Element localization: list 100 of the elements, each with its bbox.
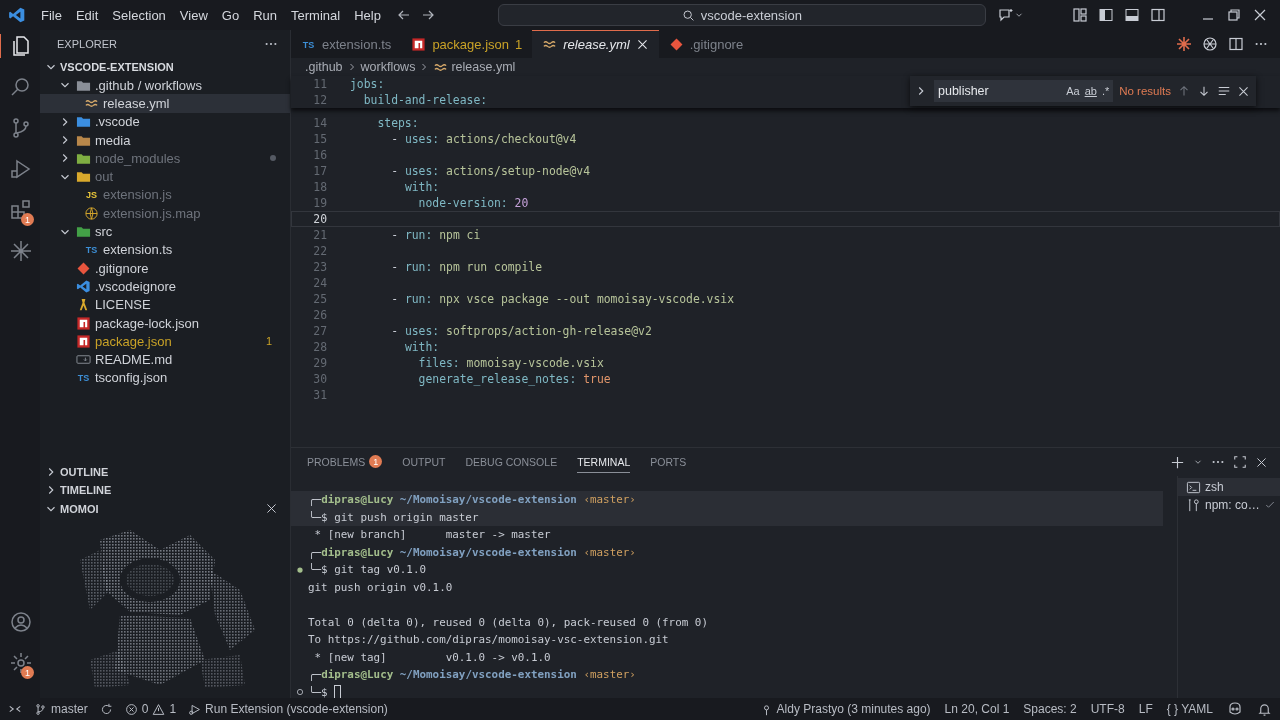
tree-item[interactable]: LICENSE: [40, 295, 290, 314]
line-number: 26: [312, 308, 327, 322]
split-editor-icon[interactable]: [1228, 36, 1244, 52]
terminal-prompt: ╭─dipras@Lucy ~/Momoisay/vscode-extension ‹master›: [308, 668, 636, 682]
tree-item[interactable]: release.yml: [40, 94, 290, 113]
panel-tab[interactable]: OUTPUT: [402, 451, 446, 473]
run-status[interactable]: Run Extension (vscode-extension): [188, 702, 388, 716]
menu-item[interactable]: Run: [246, 7, 284, 23]
cursor-position[interactable]: Ln 20, Col 1: [944, 702, 1010, 716]
breadcrumb[interactable]: workflows: [360, 60, 416, 74]
menu-item[interactable]: View: [172, 7, 215, 23]
line-number: 11: [312, 77, 327, 91]
line-number: 14: [312, 116, 327, 130]
app-logo-icon[interactable]: [8, 6, 26, 24]
section-header[interactable]: OUTLINE: [40, 462, 290, 481]
close-icon[interactable]: [635, 38, 649, 51]
customize-layout-icon[interactable]: [1072, 7, 1088, 23]
line-number: 24: [312, 276, 327, 290]
knot-icon[interactable]: [1202, 36, 1218, 52]
toggle-secondary-sidebar-icon[interactable]: [1150, 7, 1166, 23]
menu-item[interactable]: Go: [214, 7, 247, 23]
lines-icon[interactable]: [1217, 84, 1231, 98]
folder-icon: [76, 114, 91, 130]
menu-item[interactable]: Edit: [68, 7, 106, 23]
tree-item[interactable]: TS extension.ts: [40, 240, 290, 259]
tree-item[interactable]: .gitignore: [40, 258, 290, 278]
blame-status[interactable]: Aldy Prastyo (3 minutes ago): [759, 702, 931, 716]
tree-item[interactable]: node_modules: [40, 149, 290, 168]
ribbon-icon: [76, 278, 91, 294]
terminal-output: * [new tag] v0.1.0 -> v0.1.0: [313, 650, 551, 664]
plus-icon[interactable]: [1170, 454, 1185, 470]
problems-status[interactable]: 0 1: [124, 702, 177, 716]
arrow-up-icon[interactable]: [1177, 84, 1191, 98]
tree-item[interactable]: .github / workflows: [40, 76, 290, 95]
menu-item[interactable]: Help: [347, 7, 388, 23]
chat-sparkle-icon[interactable]: [997, 7, 1014, 23]
extensions-icon[interactable]: [9, 198, 33, 222]
tools-icon: [1186, 497, 1201, 513]
find-option[interactable]: ab: [1084, 85, 1097, 97]
restore-icon[interactable]: [1226, 7, 1242, 23]
eol-status[interactable]: LF: [1138, 702, 1153, 716]
toggle-panel-icon[interactable]: [1124, 7, 1140, 23]
tree-item[interactable]: package-lock.json: [40, 313, 290, 333]
command-center[interactable]: vscode-extension: [497, 4, 986, 26]
breadcrumb[interactable]: .github: [305, 60, 343, 74]
tree-item[interactable]: media: [40, 130, 290, 150]
tree-item[interactable]: TS tsconfig.json: [40, 368, 290, 388]
warning-icon: [152, 702, 166, 716]
menu-item[interactable]: Selection: [105, 7, 173, 23]
branch-status[interactable]: master: [34, 702, 88, 716]
settings-icon[interactable]: [9, 651, 33, 675]
tree-item[interactable]: README.md: [40, 350, 290, 369]
tree-item[interactable]: package.json 1: [40, 332, 290, 351]
arrow-down-icon[interactable]: [1197, 84, 1211, 98]
tree-item[interactable]: src: [40, 222, 290, 241]
close-icon[interactable]: [1237, 84, 1250, 98]
breadcrumb[interactable]: release.yml: [451, 60, 516, 74]
folder-root[interactable]: VSCODE-EXTENSION: [40, 58, 290, 76]
menu-item[interactable]: Terminal: [284, 7, 348, 23]
panel-tab[interactable]: PROBLEMS 1: [307, 451, 383, 473]
find-option[interactable]: .*: [1101, 85, 1110, 97]
terminal-output: * [new branch] master -> master: [313, 528, 551, 542]
sync-icon[interactable]: [99, 702, 113, 716]
indent-status[interactable]: Spaces: 2: [1023, 702, 1077, 716]
tree-item[interactable]: extension.js.map: [40, 204, 290, 223]
find-field[interactable]: publisher Aa ab .*: [934, 80, 1114, 102]
editor-tab[interactable]: release.yml: [532, 30, 659, 58]
tree-item[interactable]: .vscodeignore: [40, 277, 290, 296]
panel-tab[interactable]: TERMINAL: [577, 451, 631, 473]
file-type-label: JS: [85, 189, 98, 200]
panel-tab[interactable]: DEBUG CONSOLE: [465, 451, 558, 473]
find-option[interactable]: Aa: [1066, 85, 1080, 97]
section-header[interactable]: TIMELINE: [40, 481, 290, 500]
starburst-icon[interactable]: [1176, 36, 1192, 52]
section-header[interactable]: MOMOI: [40, 499, 290, 518]
bell-icon[interactable]: [1257, 701, 1272, 717]
tree-item[interactable]: JS extension.js: [40, 185, 290, 205]
maximize-icon[interactable]: [1233, 455, 1247, 469]
run-debug-icon[interactable]: [9, 157, 33, 181]
close-icon[interactable]: [265, 502, 278, 516]
tree-item[interactable]: out: [40, 167, 290, 186]
folder-icon: [76, 224, 91, 239]
terminal-item[interactable]: zsh: [1178, 478, 1280, 496]
check-icon: [1263, 499, 1276, 511]
close-icon[interactable]: [1252, 7, 1268, 23]
line-number: 29: [312, 356, 327, 370]
toggle-sidebar-icon[interactable]: [1098, 7, 1114, 23]
encoding-status[interactable]: UTF-8: [1090, 702, 1125, 716]
terminal-item[interactable]: npm: co…: [1178, 496, 1280, 514]
code-line: - uses: actions/setup-node@v4: [390, 164, 591, 178]
close-icon[interactable]: [1255, 455, 1268, 469]
menu-item[interactable]: File: [34, 7, 69, 23]
file-type-label: TS: [84, 244, 99, 255]
tree-item[interactable]: .vscode: [40, 112, 290, 131]
line-number: 31: [312, 388, 327, 402]
panel-tab[interactable]: PORTS: [650, 451, 687, 473]
sparkle-icon[interactable]: [9, 239, 33, 263]
language-status[interactable]: { } YAML: [1166, 702, 1213, 716]
branch-icon: [34, 702, 47, 716]
account-icon[interactable]: [9, 610, 33, 634]
